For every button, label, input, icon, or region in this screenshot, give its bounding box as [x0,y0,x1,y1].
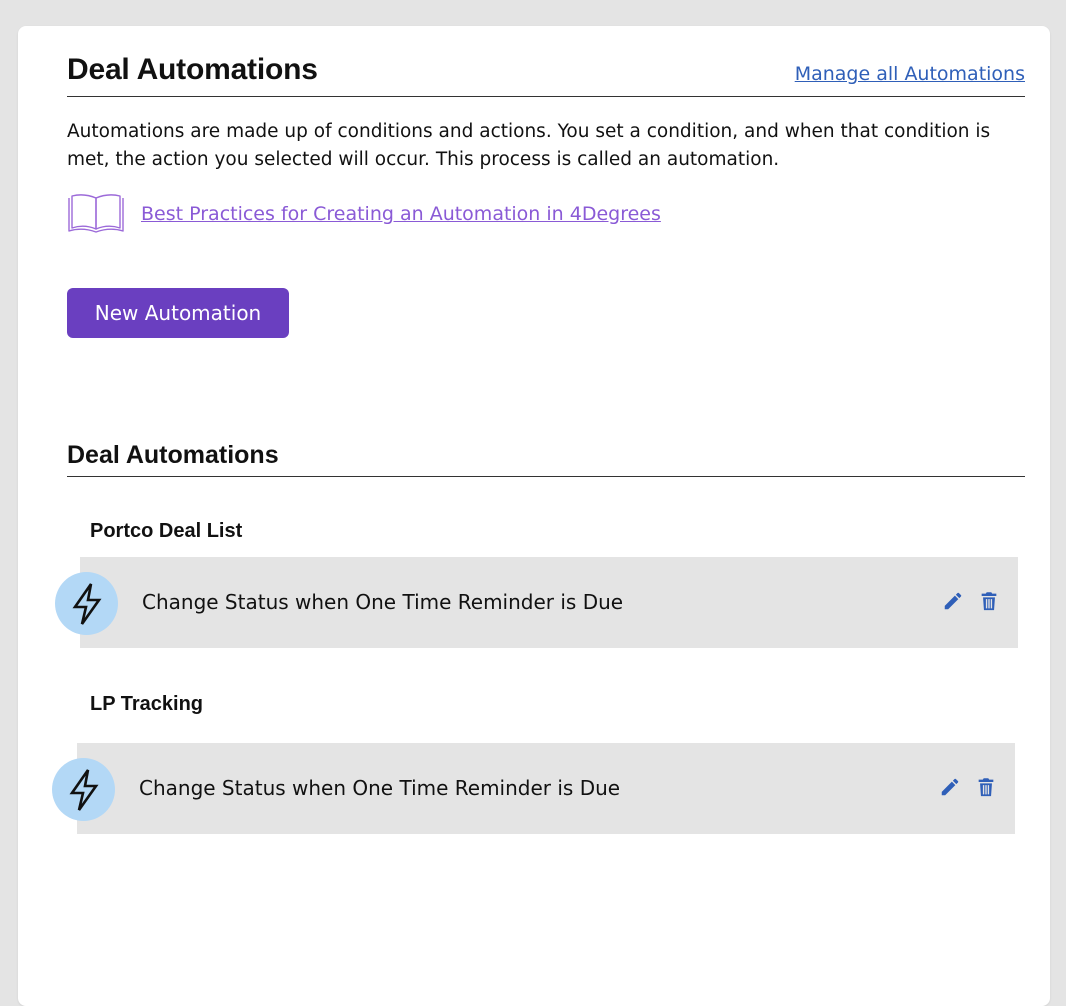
section-header: Deal Automations [67,438,1025,477]
row-actions [939,775,997,799]
group-title-portco-deal-list: Portco Deal List [90,520,243,542]
book-icon [68,194,124,233]
automations-card: Deal Automations Manage all Automations … [18,26,1050,1006]
automation-label: Change Status when One Time Reminder is … [139,776,621,800]
automation-row[interactable]: Change Status when One Time Reminder is … [52,743,1015,834]
automations-description: Automations are made up of conditions an… [67,121,991,170]
best-practices-row: Best Practices for Creating an Automatio… [66,192,661,236]
lightning-bolt-icon [72,582,102,625]
trash-icon[interactable] [975,775,997,799]
row-actions [942,589,1000,613]
trash-icon[interactable] [978,589,1000,613]
manage-all-automations-link[interactable]: Manage all Automations [795,62,1025,86]
automation-row[interactable]: Change Status when One Time Reminder is … [55,557,1018,648]
page-title: Deal Automations [67,53,318,86]
pencil-icon[interactable] [942,589,964,613]
pencil-icon[interactable] [939,775,961,799]
automation-label: Change Status when One Time Reminder is … [142,590,624,614]
group-title-lp-tracking: LP Tracking [90,693,204,715]
section-title: Deal Automations [67,441,279,469]
best-practices-link[interactable]: Best Practices for Creating an Automatio… [141,202,661,226]
lightning-bolt-icon [69,768,99,811]
automation-badge [52,758,115,821]
new-automation-button[interactable]: New Automation [67,288,289,338]
automation-badge [55,572,118,635]
page-header: Deal Automations Manage all Automations [67,52,1025,97]
